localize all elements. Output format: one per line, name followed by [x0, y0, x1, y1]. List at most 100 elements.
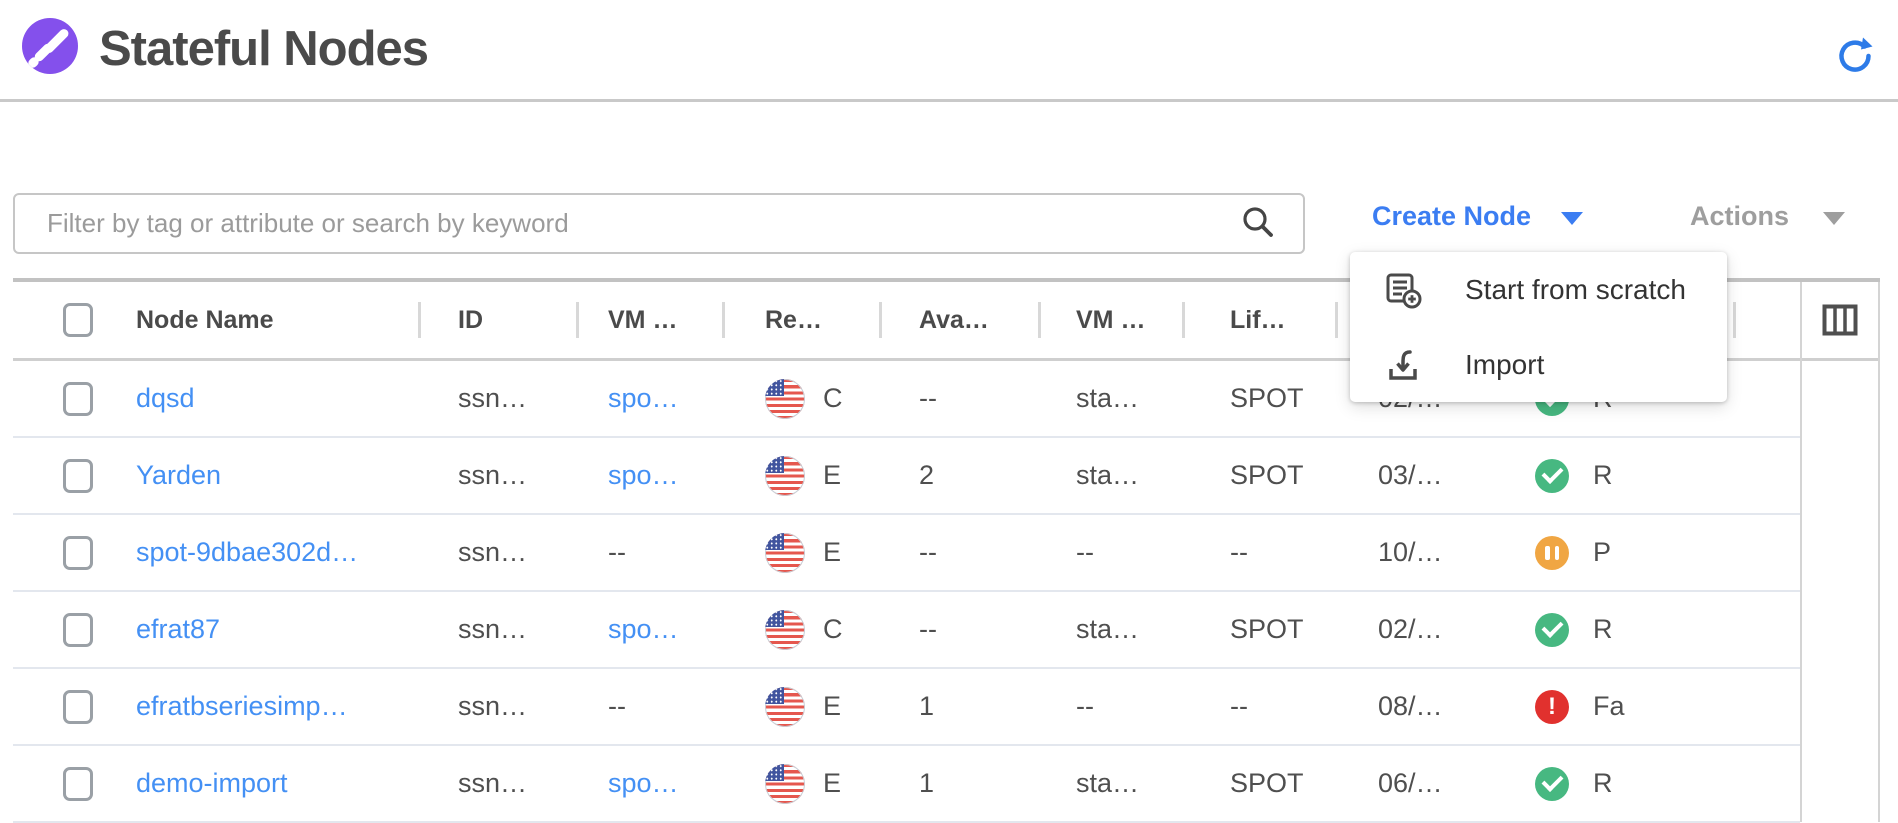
us-flag-icon	[765, 379, 805, 419]
vm-link[interactable]: spo…	[608, 768, 679, 799]
us-flag-icon	[765, 764, 805, 804]
select-all-checkbox[interactable]	[63, 303, 93, 337]
node-name-link[interactable]: efrat87	[136, 614, 220, 645]
created-date-value: 02/…	[1378, 614, 1443, 645]
status-label: R	[1593, 614, 1613, 645]
lifecycle-value: SPOT	[1230, 614, 1304, 645]
node-name-link[interactable]: spot-9dbae302d…	[136, 537, 358, 568]
vm-link[interactable]: --	[608, 691, 626, 722]
vm-state-value: sta…	[1076, 383, 1139, 414]
status-label: R	[1593, 768, 1613, 799]
availability-value: 1	[919, 768, 934, 799]
table-row: efrat87 ssn… spo… C -- sta… SPOT 02/… R	[13, 592, 1800, 669]
lifecycle-value: SPOT	[1230, 460, 1304, 491]
lifecycle-value: SPOT	[1230, 383, 1304, 414]
vm-state-value: --	[1076, 537, 1094, 568]
node-id: ssn…	[458, 460, 527, 491]
node-id: ssn…	[458, 614, 527, 645]
create-node-menu: Start from scratch Import	[1350, 252, 1727, 402]
vm-link[interactable]: spo…	[608, 460, 679, 491]
refresh-icon[interactable]	[1836, 36, 1874, 74]
table-row: demo-import ssn… spo… E 1 sta… SPOT 06/……	[13, 746, 1800, 823]
row-checkbox[interactable]	[63, 690, 93, 724]
actions-label: Actions	[1690, 201, 1789, 232]
column-header-vm-state[interactable]: VM …	[1038, 282, 1182, 358]
node-name-link[interactable]: efratbseriesimp…	[136, 691, 348, 722]
vm-state-value: --	[1076, 691, 1094, 722]
vm-link[interactable]: spo…	[608, 383, 679, 414]
column-header-vm-spec[interactable]: VM …	[576, 282, 722, 358]
availability-value: --	[919, 383, 937, 414]
status-label: P	[1593, 537, 1611, 568]
menu-item-import[interactable]: Import	[1350, 327, 1727, 402]
menu-item-label: Import	[1465, 349, 1544, 381]
page-header: Stateful Nodes	[0, 0, 1898, 102]
menu-item-start-from-scratch[interactable]: Start from scratch	[1350, 252, 1727, 327]
table-row: Yarden ssn… spo… E 2 sta… SPOT 03/… R	[13, 438, 1800, 515]
row-checkbox[interactable]	[63, 536, 93, 570]
node-name-link[interactable]: dqsd	[136, 383, 195, 414]
status-icon	[1535, 613, 1569, 647]
us-flag-icon	[765, 456, 805, 496]
region-value: E	[823, 768, 841, 799]
status-icon	[1535, 690, 1569, 724]
row-checkbox[interactable]	[63, 767, 93, 801]
menu-item-label: Start from scratch	[1465, 274, 1686, 306]
row-checkbox[interactable]	[63, 382, 93, 416]
column-picker-column	[1800, 282, 1880, 822]
actions-button[interactable]: Actions	[1690, 201, 1845, 232]
vm-link[interactable]: --	[608, 537, 626, 568]
vm-state-value: sta…	[1076, 768, 1139, 799]
column-header-lifecycle[interactable]: Lif…	[1182, 282, 1335, 358]
created-date-value: 03/…	[1378, 460, 1443, 491]
availability-value: 1	[919, 691, 934, 722]
status-icon	[1535, 459, 1569, 493]
status-icon	[1535, 767, 1569, 801]
document-plus-icon	[1383, 270, 1423, 310]
status-label: R	[1593, 460, 1613, 491]
availability-value: --	[919, 614, 937, 645]
availability-value: 2	[919, 460, 934, 491]
us-flag-icon	[765, 610, 805, 650]
table-body: dqsd ssn… spo… C -- sta… SPOT 02/… R Yar…	[13, 361, 1880, 823]
create-node-label: Create Node	[1372, 201, 1531, 232]
spot-logo-icon	[22, 18, 78, 74]
status-icon	[1535, 536, 1569, 570]
table-row: spot-9dbae302d… ssn… -- E -- -- -- 10/… …	[13, 515, 1800, 592]
vm-state-value: sta…	[1076, 614, 1139, 645]
filter-input-wrapper	[13, 193, 1305, 254]
column-header-region[interactable]: Re…	[722, 282, 879, 358]
lifecycle-value: SPOT	[1230, 768, 1304, 799]
us-flag-icon	[765, 687, 805, 727]
create-node-button[interactable]: Create Node	[1372, 201, 1583, 232]
node-name-link[interactable]: Yarden	[136, 460, 221, 491]
region-value: C	[823, 383, 843, 414]
row-checkbox[interactable]	[63, 459, 93, 493]
region-value: E	[823, 537, 841, 568]
region-value: C	[823, 614, 843, 645]
filter-input[interactable]	[15, 195, 1303, 252]
column-header-availability[interactable]: Ava…	[879, 282, 1038, 358]
created-date-value: 10/…	[1378, 537, 1443, 568]
lifecycle-value: --	[1230, 537, 1248, 568]
chevron-down-icon	[1561, 212, 1583, 225]
node-id: ssn…	[458, 691, 527, 722]
vm-link[interactable]: spo…	[608, 614, 679, 645]
lifecycle-value: --	[1230, 691, 1248, 722]
node-id: ssn…	[458, 383, 527, 414]
columns-icon[interactable]	[1802, 282, 1878, 361]
region-value: E	[823, 691, 841, 722]
column-header-extra	[1733, 282, 1800, 358]
import-tray-icon	[1383, 345, 1423, 385]
node-id: ssn…	[458, 537, 527, 568]
page-title: Stateful Nodes	[99, 21, 428, 77]
column-header-id[interactable]: ID	[418, 282, 576, 358]
column-header-node-name[interactable]: Node Name	[120, 282, 418, 358]
node-name-link[interactable]: demo-import	[136, 768, 288, 799]
status-label: Fa	[1593, 691, 1625, 722]
vm-state-value: sta…	[1076, 460, 1139, 491]
table-row: efratbseriesimp… ssn… -- E 1 -- -- 08/… …	[13, 669, 1800, 746]
availability-value: --	[919, 537, 937, 568]
row-checkbox[interactable]	[63, 613, 93, 647]
search-icon	[1240, 204, 1276, 240]
